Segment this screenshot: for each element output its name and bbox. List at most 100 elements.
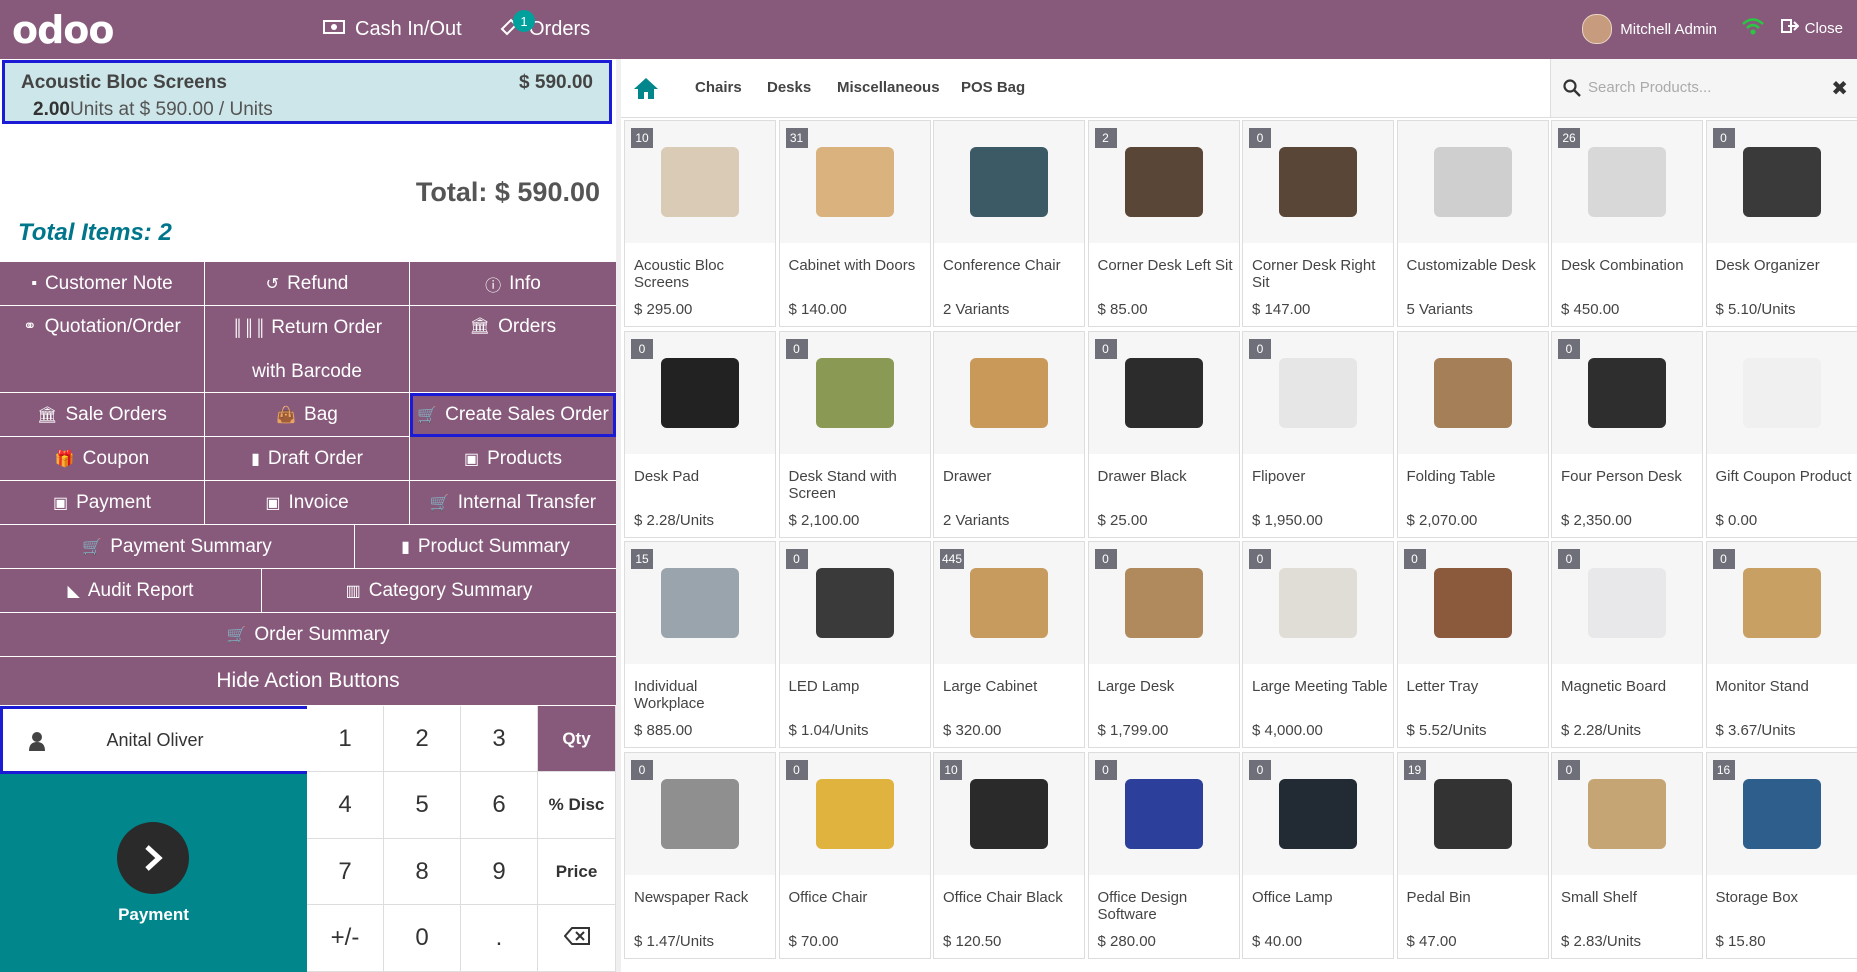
product-name: Cabinet with Doors (788, 257, 916, 274)
numpad-5[interactable]: 5 (384, 772, 461, 839)
numpad-qty-mode[interactable]: Qty (538, 706, 616, 772)
numpad-7[interactable]: 7 (307, 839, 384, 905)
internal-transfer-button[interactable]: 🛒 Internal Transfer (410, 481, 616, 525)
product-card[interactable]: 0 Large Meeting Table $ 4,000.00 (1242, 541, 1394, 748)
product-card[interactable]: 0 LED Lamp $ 1.04/Units (778, 541, 931, 748)
stock-badge: 0 (1249, 759, 1271, 780)
product-card[interactable]: 0 Office Chair $ 70.00 (778, 751, 931, 959)
numpad-1[interactable]: 1 (307, 706, 384, 772)
product-card[interactable]: 0 Large Desk $ 1,799.00 (1087, 541, 1240, 748)
product-card[interactable]: 0 Monitor Stand $ 3.67/Units (1705, 541, 1857, 748)
user-menu[interactable]: Mitchell Admin (1582, 14, 1717, 44)
product-card[interactable]: Customizable Desk 5 Variants (1396, 120, 1549, 327)
product-card[interactable]: 0 Office Design Software $ 280.00 (1087, 751, 1240, 959)
product-card[interactable]: Drawer 2 Variants (933, 330, 1085, 538)
product-card[interactable]: 26 Desk Combination $ 450.00 (1551, 120, 1703, 327)
product-image-shape (1742, 147, 1821, 217)
numpad-dot[interactable]: . (461, 905, 538, 972)
numpad-0[interactable]: 0 (384, 905, 461, 972)
customer-note-button[interactable]: ▪ Customer Note (0, 262, 205, 306)
product-card[interactable]: 0 Four Person Desk $ 2,350.00 (1551, 330, 1703, 538)
customer-note-label: Customer Note (44, 272, 173, 294)
product-card[interactable]: 0 Small Shelf $ 2.83/Units (1551, 751, 1703, 959)
product-image-shape (815, 778, 894, 849)
product-price: $ 140.00 (788, 301, 847, 318)
product-card[interactable]: 0 Desk Organizer $ 5.10/Units (1705, 120, 1857, 327)
orders-action-button[interactable]: 🏛 Orders (410, 306, 616, 393)
product-card[interactable]: 0 Desk Stand with Screen $ 2,100.00 (778, 330, 931, 538)
numpad-9[interactable]: 9 (461, 839, 538, 905)
numpad-6[interactable]: 6 (461, 772, 538, 839)
category-pos-bag[interactable]: POS Bag (961, 79, 1025, 96)
product-card[interactable]: 0 Desk Pad $ 2.28/Units (624, 330, 776, 538)
numpad-4[interactable]: 4 (307, 772, 384, 839)
product-image-shape (1588, 357, 1666, 428)
product-card[interactable]: Folding Table $ 2,070.00 (1396, 330, 1549, 538)
search-input[interactable]: Search Products... (1588, 79, 1711, 96)
product-card[interactable]: Conference Chair 2 Variants (933, 120, 1085, 327)
return-order-barcode-button[interactable]: ║║║ Return Order with Barcode (205, 306, 410, 393)
order-line-selected[interactable]: Acoustic Bloc Screens $ 590.00 2.00Units… (2, 60, 612, 124)
product-card[interactable]: 16 Storage Box $ 15.80 (1705, 751, 1857, 959)
numpad-price-mode[interactable]: Price (538, 839, 616, 905)
category-miscellaneous[interactable]: Miscellaneous (837, 79, 940, 96)
numpad-backspace[interactable] (538, 905, 616, 972)
product-name: Newspaper Rack (634, 888, 749, 906)
invoice-button[interactable]: ▣ Invoice (205, 481, 410, 525)
products-button[interactable]: ▣ Products (410, 437, 616, 481)
refund-button[interactable]: ↺ Refund (205, 262, 410, 306)
category-summary-button[interactable]: ▥ Category Summary (262, 569, 616, 613)
customer-button[interactable]: Anital Oliver (0, 706, 310, 774)
product-card[interactable]: 0 Corner Desk Right Sit $ 147.00 (1242, 120, 1394, 327)
coupon-button[interactable]: 🎁 Coupon (0, 437, 205, 481)
product-card[interactable]: 10 Acoustic Bloc Screens $ 295.00 (624, 120, 776, 327)
numpad-2[interactable]: 2 (384, 706, 461, 772)
info-button[interactable]: ⓘ Info (410, 262, 616, 306)
product-image-shape (661, 357, 739, 428)
payment-action-button[interactable]: ▣ Payment (0, 481, 205, 525)
draft-order-button[interactable]: ▮ Draft Order (205, 437, 410, 481)
product-card[interactable]: 0 Drawer Black $ 25.00 (1087, 330, 1240, 538)
product-card[interactable]: 0 Newspaper Rack $ 1.47/Units (624, 751, 776, 959)
close-button[interactable]: Close (1780, 18, 1843, 38)
numpad-sign[interactable]: +/- (307, 905, 384, 972)
product-card[interactable]: 0 Magnetic Board $ 2.28/Units (1551, 541, 1703, 748)
product-card[interactable]: 31 Cabinet with Doors $ 140.00 (778, 120, 931, 327)
product-card[interactable]: 19 Pedal Bin $ 47.00 (1396, 751, 1549, 959)
order-summary-button[interactable]: 🛒 Order Summary (0, 613, 616, 657)
payment-summary-button[interactable]: 🛒 Payment Summary (0, 525, 355, 569)
cart-icon: 🛒 (417, 407, 438, 424)
product-name: Office Lamp (1252, 888, 1333, 906)
product-summary-button[interactable]: ▮ Product Summary (355, 525, 616, 569)
product-card[interactable]: 2 Corner Desk Left Sit $ 85.00 (1087, 120, 1240, 327)
product-name: Office Design Software (1097, 888, 1188, 923)
sale-orders-button[interactable]: 🏛 Sale Orders (0, 393, 205, 437)
category-chairs[interactable]: Chairs (695, 79, 742, 96)
product-price: $ 3.67/Units (1715, 722, 1796, 739)
bag-button[interactable]: 👜 Bag (205, 393, 410, 437)
product-card[interactable]: 10 Office Chair Black $ 120.50 (933, 751, 1085, 959)
cash-in-out-button[interactable]: Cash In/Out (323, 0, 462, 59)
product-card[interactable]: Gift Coupon Product $ 0.00 (1705, 330, 1857, 538)
payment-button[interactable]: Payment (0, 774, 307, 972)
audit-report-button[interactable]: ◣ Audit Report (0, 569, 262, 613)
search-box[interactable]: Search Products... ✖ (1550, 59, 1857, 117)
product-card[interactable]: 15 Individual Workplace $ 885.00 (624, 541, 776, 748)
numpad-disc-mode[interactable]: % Disc (538, 772, 616, 839)
orders-button[interactable]: Orders (499, 0, 590, 59)
product-name: Folding Table (1406, 467, 1496, 485)
numpad-3[interactable]: 3 (461, 706, 538, 772)
product-card[interactable]: 0 Letter Tray $ 5.52/Units (1396, 541, 1549, 748)
product-price: $ 295.00 (634, 301, 693, 318)
numpad-8[interactable]: 8 (384, 839, 461, 905)
hide-action-buttons[interactable]: Hide Action Buttons (0, 657, 616, 706)
product-card[interactable]: 445 Large Cabinet $ 320.00 (933, 541, 1085, 748)
product-card[interactable]: 0 Office Lamp $ 40.00 (1242, 751, 1394, 959)
product-card[interactable]: 0 Flipover $ 1,950.00 (1242, 330, 1394, 538)
create-sales-order-button[interactable]: 🛒 Create Sales Order (410, 393, 616, 437)
clear-search-icon[interactable]: ✖ (1831, 76, 1848, 101)
category-desks[interactable]: Desks (767, 79, 811, 96)
home-icon[interactable] (633, 76, 659, 105)
product-name: Large Meeting Table (1252, 678, 1388, 695)
quotation-order-button[interactable]: ⚭ Quotation/Order (0, 306, 205, 393)
